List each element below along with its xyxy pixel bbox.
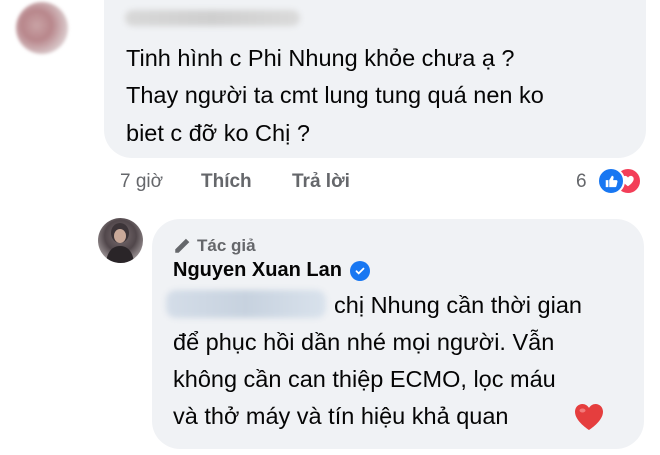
mentioned-name-blurred[interactable]: [166, 290, 326, 318]
reply-text-line-1: chị Nhung cần thời gian: [334, 292, 582, 318]
heart-emoji-icon: [575, 404, 603, 430]
author-badge-label: Tác giả: [197, 236, 256, 255]
comment-text-line-3: biet c đỡ ko Chị ?: [126, 120, 310, 146]
reaction-count[interactable]: 6: [576, 172, 587, 191]
author-name-row: Nguyen Xuan Lan: [173, 259, 370, 282]
comment-text-line-1: Tinh hình c Phi Nhung khỏe chưa ạ ?: [126, 45, 515, 71]
author-avatar[interactable]: [98, 218, 143, 263]
like-icon[interactable]: [597, 167, 625, 195]
author-badge: Tác giả: [173, 236, 256, 256]
verified-badge-icon: [349, 260, 370, 281]
comment-timestamp[interactable]: 7 giờ: [120, 172, 163, 191]
commenter-avatar[interactable]: [16, 2, 68, 54]
reply-button[interactable]: Trả lời: [292, 172, 350, 191]
comment-text-line-2: Thay người ta cmt lung tung quá nen ko: [126, 82, 544, 108]
pencil-icon: [175, 238, 190, 253]
reply-text-line-3: không cần can thiệp ECMO, lọc máu: [173, 366, 556, 392]
reply-text-line-2: để phục hồi dần nhé mọi người. Vẫn: [173, 329, 555, 355]
commenter-name-blurred[interactable]: [125, 10, 300, 26]
like-button[interactable]: Thích: [201, 172, 252, 191]
author-name[interactable]: Nguyen Xuan Lan: [173, 259, 342, 282]
reply-text-line-4: và thở máy và tín hiệu khả quan: [173, 403, 509, 429]
